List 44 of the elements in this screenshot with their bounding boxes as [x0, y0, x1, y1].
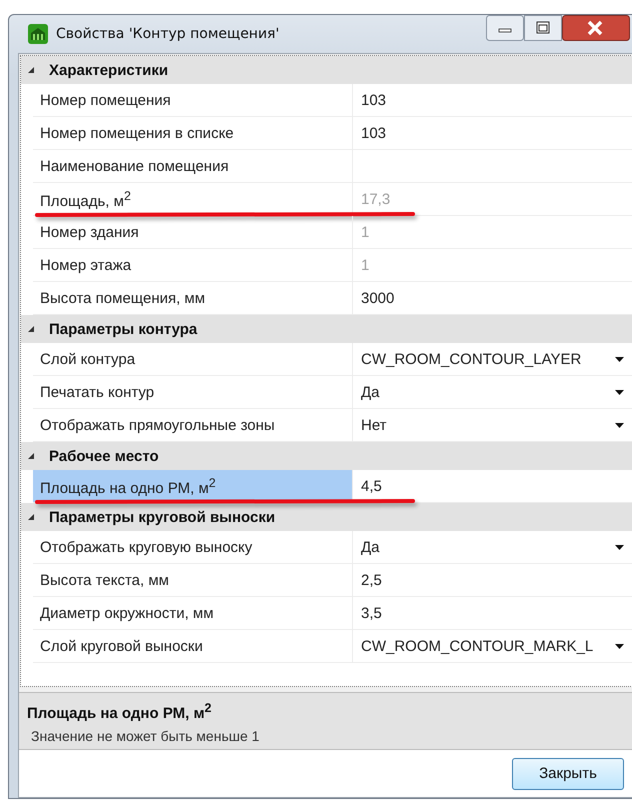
property-name[interactable]: Слой круговой выноски — [33, 630, 353, 662]
property-value[interactable]: 103 — [361, 92, 624, 108]
property-value[interactable]: Да — [361, 538, 615, 556]
collapse-triangle-icon[interactable] — [27, 325, 35, 333]
property-value[interactable]: Да — [361, 384, 615, 400]
category-title: Рабочее место — [49, 448, 159, 464]
collapse-triangle-icon[interactable] — [27, 66, 35, 74]
close-button[interactable]: Закрыть — [512, 758, 624, 790]
property-name[interactable]: Отображать прямоугольные зоны — [33, 409, 353, 441]
property-value[interactable]: CW_ROOM_CONTOUR_LAYER — [361, 350, 615, 368]
category-title: Параметры контура — [49, 320, 198, 338]
app-icon — [28, 24, 48, 44]
property-name[interactable]: Печатать контур — [33, 376, 353, 408]
dropdown-arrow-icon[interactable] — [615, 644, 624, 648]
property-value[interactable]: 3,5 — [361, 604, 624, 622]
property-name[interactable]: Высота текста, мм — [33, 564, 353, 596]
description-title: Площадь на одно РМ, м$^{2}$ — [27, 701, 212, 722]
property-value[interactable]: 4,5 — [361, 478, 624, 494]
category-title: Характеристики — [49, 62, 168, 78]
collapse-triangle-icon[interactable] — [27, 513, 35, 521]
dropdown-arrow-icon[interactable] — [615, 422, 624, 428]
property-name[interactable]: Номер помещения — [33, 84, 353, 116]
property-value[interactable]: 103 — [361, 124, 624, 142]
property-name[interactable]: Отображать круговую выноску — [33, 531, 353, 563]
property-name[interactable]: Слой контура — [33, 343, 353, 375]
property-name[interactable]: Номер помещения в списке — [33, 117, 353, 149]
property-name[interactable]: Высота помещения, мм — [33, 282, 353, 314]
dropdown-arrow-icon[interactable] — [615, 390, 624, 394]
description-text: Значение не может быть меньше 1 — [30, 728, 260, 744]
category-title: Параметры круговой выноски — [49, 508, 276, 526]
maximize-icon[interactable] — [524, 15, 562, 41]
property-name[interactable]: Наименование помещения — [33, 150, 353, 182]
property-value[interactable]: CW_ROOM_CONTOUR_MARK_L — [361, 638, 615, 654]
property-value[interactable]: Нет — [361, 416, 615, 434]
property-name[interactable]: Диаметр окружности, мм — [33, 597, 353, 629]
window-title: Свойства 'Контур помещения' — [56, 26, 280, 42]
dropdown-arrow-icon[interactable] — [615, 356, 624, 362]
close-icon[interactable] — [562, 15, 630, 41]
minimize-icon[interactable] — [486, 15, 524, 41]
property-value[interactable]: 3000 — [361, 290, 624, 306]
collapse-triangle-icon[interactable] — [27, 452, 35, 460]
dropdown-arrow-icon[interactable] — [615, 544, 624, 550]
property-name[interactable]: Площадь на одно РМ, м$^{2}$ — [33, 470, 353, 502]
property-value[interactable]: 2,5 — [361, 572, 624, 588]
